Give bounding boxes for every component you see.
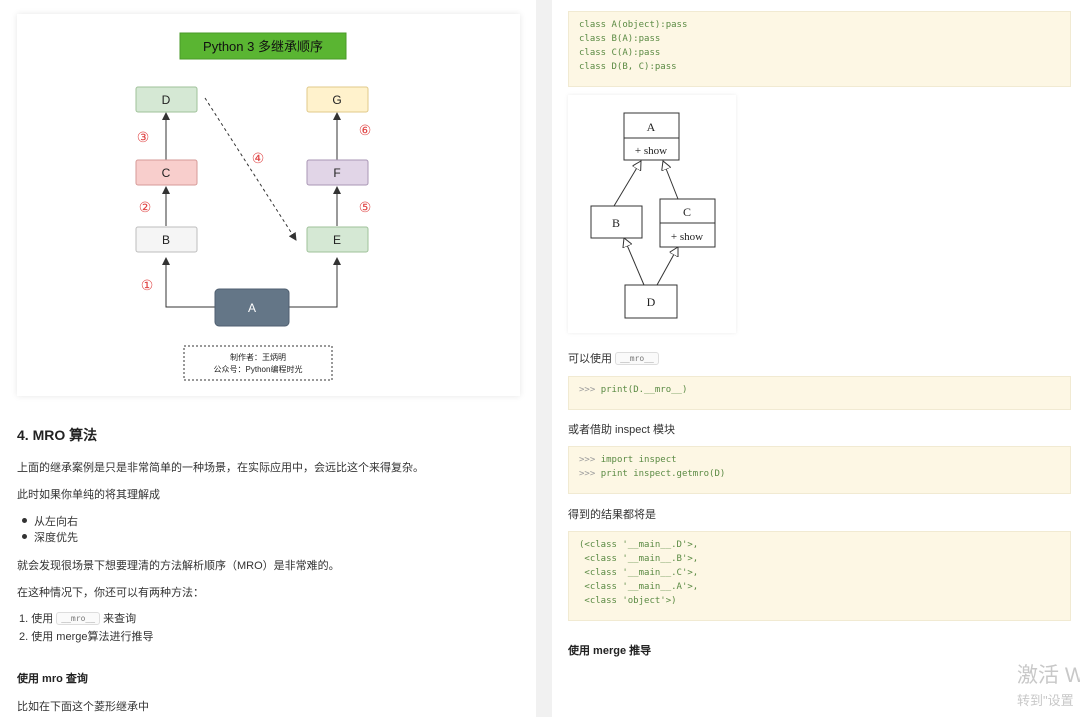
svg-text:+ show: + show xyxy=(635,145,667,157)
node-E: E xyxy=(306,226,369,253)
step-5-marker: ⑤ xyxy=(359,199,372,215)
svg-text:E: E xyxy=(333,233,341,247)
node-A: A xyxy=(214,288,290,327)
svg-text:C: C xyxy=(683,205,691,219)
svg-text:C: C xyxy=(162,166,171,180)
svg-text:A: A xyxy=(248,301,256,315)
node-D: D xyxy=(135,86,198,113)
mro-diagram: Python 3 多继承顺序 D G C F B E A ① ② ③ ④ ⑤ ⑥… xyxy=(135,32,372,381)
section-heading-mro: 4. MRO 算法 xyxy=(17,427,98,443)
paragraph-understand: 此时如果你单纯的将其理解成 xyxy=(17,489,160,501)
numbered-item-1: 1. 使用 __mro__ 来查询 xyxy=(19,612,137,625)
paragraph-use-mro: 可以使用 __mro__ xyxy=(568,350,659,366)
node-G: G xyxy=(306,86,369,113)
paragraph-difficulty: 就会发现很场景下想要理清的方法解析顺序（MRO）是非常难的。 xyxy=(17,560,340,572)
pane-divider xyxy=(536,0,552,717)
credits-author: 制作者：王炳明 xyxy=(230,352,286,362)
step-2-marker: ② xyxy=(139,199,152,215)
credits-account: 公众号：Python编程时光 xyxy=(214,364,303,374)
svg-text:D: D xyxy=(162,93,171,107)
code-block-class-defs: class A(object):pass class B(A):pass class… xyxy=(568,11,1071,87)
svg-text:+ show: + show xyxy=(671,231,703,243)
code-block-print-mro: >>> print(D.__mro__) xyxy=(568,376,1071,410)
numbered-item-2: 2. 使用 merge算法进行推导 xyxy=(19,631,154,643)
inline-code-mro: __mro__ xyxy=(615,352,659,365)
uml-class-C: C + show xyxy=(659,198,716,248)
subheading-merge: 使用 merge 推导 xyxy=(568,645,652,657)
uml-diagram-card: A + show B C + show D xyxy=(568,95,736,333)
step-4-marker: ④ xyxy=(252,150,265,166)
code-block-mro-result: (<class '__main__.D'>, <class '__main__.… xyxy=(568,531,1071,621)
subheading-mro-query: 使用 mro 查询 xyxy=(17,673,88,685)
paragraph-inspect: 或者借助 inspect 模块 xyxy=(568,424,675,436)
left-article-pane: Python 3 多继承顺序 D G C F B E A ① ② ③ ④ ⑤ ⑥… xyxy=(0,0,536,717)
step-1-marker: ① xyxy=(141,277,154,293)
paragraph-diamond: 比如在下面这个菱形继承中 xyxy=(17,701,149,713)
uml-class-diagram: A + show B C + show D xyxy=(590,112,716,319)
node-B: B xyxy=(135,226,198,253)
mro-diagram-card: Python 3 多继承顺序 D G C F B E A ① ② ③ ④ ⑤ ⑥… xyxy=(17,14,520,396)
bullet-item: 深度优先 xyxy=(22,529,78,545)
credits-box xyxy=(183,345,333,381)
step-3-marker: ③ xyxy=(137,129,150,145)
svg-text:B: B xyxy=(162,233,170,247)
activation-watermark-title: 激活 W xyxy=(1017,664,1080,687)
bullet-item: 从左向右 xyxy=(22,513,78,529)
svg-text:D: D xyxy=(647,295,656,309)
node-C: C xyxy=(135,159,198,186)
svg-text:F: F xyxy=(333,166,340,180)
uml-class-B: B xyxy=(590,205,643,239)
svg-text:A: A xyxy=(647,120,656,134)
paragraph-result: 得到的结果都将是 xyxy=(568,509,656,521)
node-F: F xyxy=(306,159,369,186)
uml-class-D: D xyxy=(624,284,678,319)
code-block-inspect: >>> import inspect >>> print inspect.getm… xyxy=(568,446,1071,494)
activation-watermark-hint: 转到"设置 xyxy=(1017,693,1074,708)
inline-code-mro: __mro__ xyxy=(56,612,101,625)
step-6-marker: ⑥ xyxy=(359,122,372,138)
svg-text:B: B xyxy=(612,216,620,230)
diagram-title: Python 3 多继承顺序 xyxy=(203,39,323,54)
paragraph-intro: 上面的继承案例是只是非常简单的一种场景，在实际应用中，会远比这个来得复杂。 xyxy=(17,462,424,474)
paragraph-two-methods: 在这种情况下，你还可以有两种方法： xyxy=(17,587,204,599)
svg-text:G: G xyxy=(332,93,341,107)
uml-class-A: A + show xyxy=(623,112,680,161)
